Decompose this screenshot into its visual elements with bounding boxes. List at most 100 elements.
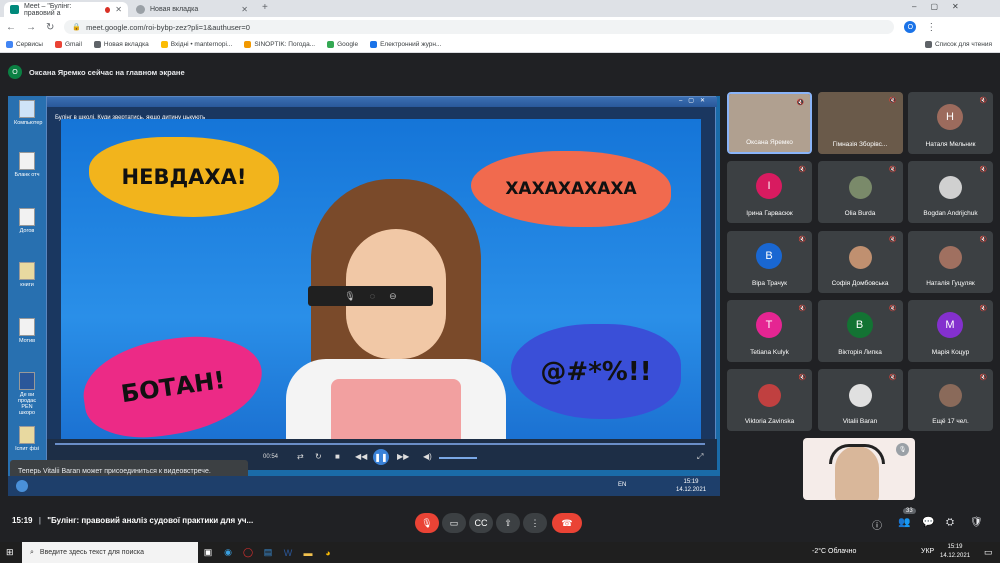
- participant-tile[interactable]: 🔇 Софія Домбовська: [817, 230, 903, 293]
- reading-list[interactable]: Список для чтения: [925, 41, 992, 48]
- fast-forward-icon[interactable]: ▶▶: [397, 452, 409, 461]
- new-tab-button[interactable]: +: [262, 2, 268, 13]
- participant-tile[interactable]: 🔇 Bogdan Andrijchuk: [908, 161, 993, 224]
- bubble-blue: @#*%!!: [511, 324, 681, 419]
- captions-button[interactable]: CC: [469, 513, 493, 533]
- pause-button[interactable]: ❚❚: [373, 449, 389, 465]
- participant-tile[interactable]: M 🔇 Марія Коцур: [908, 299, 993, 362]
- participant-name: Vitalii Baran: [842, 418, 878, 426]
- info-icon[interactable]: ⓘ: [872, 517, 882, 532]
- window-controls[interactable]: –▢✕: [912, 2, 973, 11]
- bookmark-item[interactable]: Сервисы: [6, 41, 43, 48]
- participant-name: Tetiana Kulyk: [750, 348, 789, 356]
- bookmark-item[interactable]: Gmail: [54, 41, 82, 48]
- shuffle-icon[interactable]: ⇄: [297, 452, 304, 461]
- mic-off-icon[interactable]: 🎙: [344, 291, 355, 302]
- bookmark-label: Електронний журн...: [380, 41, 442, 48]
- people-count-badge: 33: [903, 508, 916, 514]
- fullscreen-icon[interactable]: ⤢: [697, 452, 703, 462]
- participant-tile[interactable]: 🔇 Гімназія Зборівс...: [817, 92, 903, 154]
- word-icon[interactable]: W: [278, 542, 298, 563]
- chrome-icon[interactable]: ◕: [318, 542, 338, 563]
- meeting-info: 15:19 | "Булінг: правовий аналіз судової…: [12, 516, 254, 525]
- participant-tile[interactable]: 🔇 Наталія Гуцуляк: [908, 230, 993, 293]
- mic-toggle-button[interactable]: 🎙: [415, 513, 439, 533]
- taskbar-search[interactable]: ⌕ Введите здесь текст для поиска: [22, 542, 198, 563]
- search-icon: ⌕: [30, 548, 34, 556]
- chat-icon[interactable]: 💬: [922, 517, 934, 528]
- participant-name: Гімназія Зборівс...: [832, 141, 888, 148]
- participant-tile[interactable]: 🔇 Viktoria Zavinska: [727, 369, 812, 432]
- video-frame[interactable]: НЕВДАХА! ХАХАХАХАХА БОТАН! @#*%!! 🎙 ◌ ⊖: [61, 119, 701, 449]
- self-view: 🎙: [803, 438, 915, 500]
- bookmark-item[interactable]: Електронний журн...: [370, 41, 441, 48]
- volume-icon[interactable]: ◌: [370, 291, 375, 301]
- bookmark-item[interactable]: Вхідні • manternopi...: [160, 41, 232, 48]
- rewind-icon[interactable]: ◀◀: [355, 452, 367, 461]
- minus-icon[interactable]: ⊖: [389, 291, 397, 302]
- profile-avatar[interactable]: O: [904, 21, 917, 33]
- notifications-icon[interactable]: ▭: [984, 547, 993, 558]
- present-button[interactable]: ⇧: [496, 513, 520, 533]
- bookmarks-bar: Сервисы Gmail Новая вкладка Вхідні • man…: [0, 37, 1000, 53]
- close-icon[interactable]: ✕: [241, 5, 248, 14]
- shared-taskbar: EN 15:19 14.12.2021: [8, 476, 720, 496]
- participant-tile[interactable]: Н 🔇 Наталя Мельник: [908, 92, 993, 154]
- bookmark-item[interactable]: Новая вкладка: [93, 41, 149, 48]
- avatar: [939, 384, 962, 408]
- leave-call-button[interactable]: ☎: [552, 513, 582, 533]
- participant-tile[interactable]: В 🔇 Віра Трачук: [727, 230, 812, 293]
- participant-tile[interactable]: І 🔇 Ірина Гарвасюк: [727, 161, 812, 224]
- windows-start-icon[interactable]: ⊞: [6, 547, 14, 558]
- host-controls-icon[interactable]: 🛡: [970, 517, 983, 528]
- repeat-icon[interactable]: ↻: [315, 452, 322, 461]
- participant-name: Olia Burda: [844, 210, 876, 218]
- shared-screen: Компьютер Бланк отч Догов книги Мотив Де…: [8, 96, 720, 496]
- desktop-icon: Іспит фізі: [14, 426, 40, 452]
- participant-name: Ещё 17 чел.: [932, 418, 969, 426]
- store-icon[interactable]: ▤: [258, 542, 278, 563]
- forward-icon[interactable]: →: [26, 22, 36, 33]
- participant-tile[interactable]: 🔇 Ещё 17 чел.: [908, 369, 993, 432]
- camera-toggle-button[interactable]: ▭: [442, 513, 466, 533]
- start-icon: [16, 480, 28, 492]
- participant-tile[interactable]: T 🔇 Tetiana Kulyk: [727, 299, 812, 362]
- participant-tile[interactable]: 🔇 Оксана Яремко: [727, 92, 812, 154]
- menu-icon[interactable]: ⋮: [926, 22, 936, 33]
- address-bar[interactable]: 🔒 meet.google.com/roi-bybp-zez?pli=1&aut…: [64, 20, 895, 34]
- headset-icon: [829, 444, 885, 464]
- tab-new[interactable]: Новая вкладка ✕: [130, 2, 254, 17]
- opera-icon[interactable]: ◯: [238, 542, 258, 563]
- participant-tile[interactable]: 🔇 Olia Burda: [817, 161, 903, 224]
- player-title-bar: –▢✕: [47, 97, 717, 107]
- avatar: [848, 176, 872, 200]
- tab-label: Meet – "Булінг: правовий а: [24, 2, 72, 17]
- recording-icon: [105, 6, 111, 13]
- edge-icon[interactable]: ◉: [218, 542, 238, 563]
- window-controls[interactable]: –▢✕: [679, 97, 711, 104]
- participant-tile[interactable]: 🔇 Vitalii Baran: [817, 369, 903, 432]
- activities-icon[interactable]: ⛭: [946, 517, 954, 528]
- volume-icon[interactable]: ◀): [423, 452, 432, 461]
- seek-bar[interactable]: [55, 443, 705, 445]
- more-options-button[interactable]: ⋮: [523, 513, 547, 533]
- volume-slider[interactable]: [439, 457, 477, 459]
- back-icon[interactable]: ←: [6, 22, 16, 33]
- tab-meet[interactable]: Meet – "Булінг: правовий а ✕: [4, 2, 128, 17]
- taskbar-lang: УКР: [921, 548, 935, 555]
- reload-icon[interactable]: ↻: [46, 22, 54, 33]
- explorer-icon[interactable]: ▬: [298, 542, 318, 563]
- mic-off-icon: 🎙: [896, 443, 909, 456]
- task-view-icon[interactable]: ▣: [198, 542, 218, 563]
- presenter-avatar: О: [8, 65, 22, 79]
- stop-icon[interactable]: ■: [335, 452, 340, 461]
- bookmark-item[interactable]: SINOPTIK: Погода...: [244, 41, 315, 48]
- taskbar-time: 15:19: [947, 544, 963, 550]
- bookmark-label: Gmail: [64, 41, 82, 48]
- participant-tile[interactable]: В 🔇 Вікторія Липка: [817, 299, 903, 362]
- weather-text: -2°C Облачно: [812, 548, 857, 555]
- bookmark-item[interactable]: Google: [327, 41, 358, 48]
- reading-list-label: Список для чтения: [935, 41, 992, 48]
- close-icon[interactable]: ✕: [115, 5, 122, 14]
- people-icon[interactable]: 👥: [898, 517, 910, 528]
